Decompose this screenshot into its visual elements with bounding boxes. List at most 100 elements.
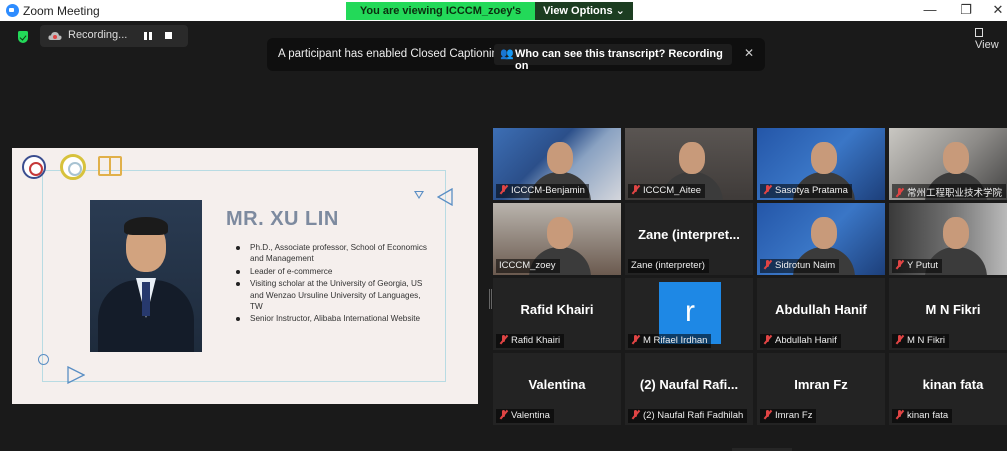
partner-seal-logo: [60, 154, 86, 180]
participant-tile[interactable]: Valentina Valentina: [493, 353, 621, 425]
participant-name: Abdullah Hanif: [775, 335, 837, 346]
muted-mic-icon: [499, 185, 508, 194]
shared-slide: MR. XU LIN Ph.D., Associate professor, S…: [12, 148, 478, 404]
participant-name-label: M Rifael Irdhan: [628, 334, 712, 348]
participant-face: [547, 217, 573, 249]
participant-face: [811, 217, 837, 249]
participant-name-label: Valentina: [496, 409, 554, 423]
participant-tile[interactable]: Abdullah Hanif Abdullah Hanif: [757, 278, 885, 350]
participant-name-label: Y Putut: [892, 259, 942, 273]
participant-tile[interactable]: rM Rifael Irdhan: [625, 278, 753, 350]
participant-name: Imran Fz: [775, 410, 813, 421]
participant-name: Zane (interpreter): [631, 260, 705, 271]
participant-face: [943, 142, 969, 174]
minimize-button[interactable]: —: [920, 2, 940, 18]
participant-name: ICCCM_zoey: [499, 260, 556, 271]
participant-name: Valentina: [511, 410, 550, 421]
participant-name-label: Rafid Khairi: [496, 334, 565, 348]
pause-recording-icon[interactable]: [144, 32, 152, 40]
participant-tile[interactable]: Rafid Khairi Rafid Khairi: [493, 278, 621, 350]
muted-mic-icon: [499, 410, 508, 419]
muted-mic-icon: [631, 185, 640, 194]
participant-display-name: Abdullah Hanif: [775, 302, 867, 317]
zoom-logo-icon: [6, 4, 19, 17]
university-seal-logo: [22, 155, 46, 179]
stop-recording-icon[interactable]: [165, 32, 172, 39]
transcript-visibility-label: Who can see this transcript? Recording o…: [515, 48, 723, 72]
participant-display-name: M N Fikri: [925, 302, 981, 317]
participant-name: Y Putut: [907, 260, 938, 271]
participant-face: [679, 142, 705, 174]
participant-tile[interactable]: M N Fikri M N Fikri: [889, 278, 1007, 350]
participant-name-label: (2) Naufal Rafi Fadhilah: [628, 409, 748, 423]
participant-face: [943, 217, 969, 249]
muted-mic-icon: [895, 188, 904, 197]
bio-item: Leader of e-commerce: [234, 266, 434, 277]
participant-name: M N Fikri: [907, 335, 945, 346]
speaker-name-heading: MR. XU LIN: [226, 208, 339, 230]
participant-tile[interactable]: Sidrotun Naim: [757, 203, 885, 275]
participant-tile[interactable]: ICCCM_Aitee: [625, 128, 753, 200]
decor-triangle: [437, 188, 453, 206]
caption-message: A participant has enabled Closed Caption…: [278, 48, 505, 60]
participant-name-label: Zane (interpreter): [628, 259, 709, 273]
participant-name-label: Sidrotun Naim: [760, 259, 840, 273]
muted-mic-icon: [895, 410, 904, 419]
participant-tile[interactable]: Zane (interpret... Zane (interpreter): [625, 203, 753, 275]
participant-name: 常州工程职业技术学院: [907, 188, 1003, 199]
participant-name-label: ICCCM-Benjamin: [496, 184, 589, 198]
participant-name-label: ICCCM_zoey: [496, 259, 560, 273]
speaker-bio-list: Ph.D., Associate professor, School of Ec…: [234, 242, 434, 326]
maximize-button[interactable]: ❐: [956, 2, 976, 18]
book-logo: [98, 156, 122, 176]
participant-tile[interactable]: Sasotya Pratama: [757, 128, 885, 200]
close-banner-icon[interactable]: ✕: [744, 46, 754, 60]
muted-mic-icon: [631, 410, 640, 419]
close-window-button[interactable]: ✕: [988, 2, 1007, 18]
recording-label: Recording...: [68, 29, 128, 41]
bio-item: Senior Instructor, Alibaba International…: [234, 313, 434, 324]
participant-name-label: ICCCM_Aitee: [628, 184, 706, 198]
participant-face: [811, 142, 837, 174]
speaker-photo: [90, 200, 202, 352]
participant-tile[interactable]: ICCCM-Benjamin: [493, 128, 621, 200]
participant-tile[interactable]: kinan fata kinan fata: [889, 353, 1007, 425]
meeting-area: Recording... A participant has enabled C…: [7, 21, 1007, 451]
participant-name: M Rifael Irdhan: [643, 335, 708, 346]
people-icon: 👥: [500, 48, 514, 60]
muted-mic-icon: [763, 335, 772, 344]
muted-mic-icon: [763, 260, 772, 269]
bio-item: Visiting scholar at the University of Ge…: [234, 278, 434, 312]
participant-name-label: M N Fikri: [892, 334, 949, 348]
panel-resize-handle[interactable]: [489, 289, 492, 309]
participant-display-name: Rafid Khairi: [520, 302, 594, 317]
participant-tile[interactable]: (2) Naufal Rafi... (2) Naufal Rafi Fadhil…: [625, 353, 753, 425]
participant-name-label: 常州工程职业技术学院: [892, 184, 1007, 199]
participant-name: ICCCM_Aitee: [643, 185, 702, 196]
screen-share-indicator: You are viewing ICCCM_zoey's screen: [346, 2, 535, 35]
closed-caption-banner: A participant has enabled Closed Caption…: [267, 38, 765, 72]
view-options-button[interactable]: View Options ⌄: [535, 2, 633, 20]
participant-display-name: Valentina: [528, 377, 586, 392]
view-button-label: View: [975, 39, 999, 51]
muted-mic-icon: [763, 185, 772, 194]
layout-icon: [975, 28, 983, 37]
cloud-record-icon: [48, 32, 62, 40]
muted-mic-icon: [895, 260, 904, 269]
participant-tile[interactable]: ICCCM_zoey: [493, 203, 621, 275]
security-shield-icon[interactable]: [18, 31, 28, 43]
bio-item: Ph.D., Associate professor, School of Ec…: [234, 242, 434, 265]
participant-tile[interactable]: 常州工程职业技术学院: [889, 128, 1007, 200]
transcript-visibility-button[interactable]: 👥 Who can see this transcript? Recording…: [494, 44, 732, 72]
decor-circle: [38, 354, 49, 365]
participant-tile[interactable]: Y Putut: [889, 203, 1007, 275]
participant-name-label: Imran Fz: [760, 409, 817, 423]
participant-name: Rafid Khairi: [511, 335, 561, 346]
participant-name-label: Sasotya Pratama: [760, 184, 852, 198]
muted-mic-icon: [499, 335, 508, 344]
participant-tile[interactable]: Imran Fz Imran Fz: [757, 353, 885, 425]
decor-triangle: [414, 191, 424, 199]
participant-name: kinan fata: [907, 410, 949, 421]
view-button[interactable]: View: [975, 27, 1007, 51]
window-title: Zoom Meeting: [23, 4, 100, 18]
